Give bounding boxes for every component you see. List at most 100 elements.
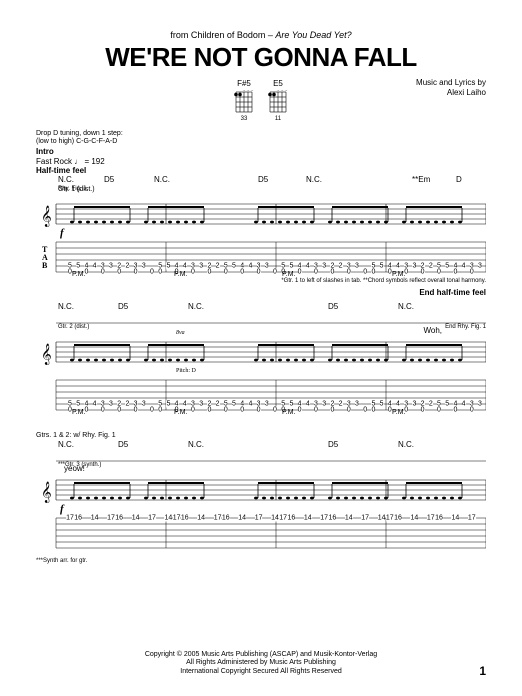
tab-number: 16 <box>394 515 402 522</box>
tab-number: 0 <box>470 269 474 276</box>
tab-number: 4 <box>248 401 252 408</box>
tab-number: 4 <box>93 263 97 270</box>
tab-number: 0 <box>298 407 302 414</box>
chord: D5 <box>328 440 398 449</box>
tab-number: 4 <box>396 263 400 270</box>
chord <box>362 175 412 184</box>
tab-number: 3 <box>478 263 482 270</box>
tab-number: 4 <box>462 401 466 408</box>
chord <box>208 175 258 184</box>
tab-number: 17 <box>173 515 181 522</box>
gtr-label: ***Gtr. 3 (synth.) <box>58 462 101 468</box>
octave-marking: 8va <box>176 330 185 336</box>
tab-number: 0 <box>347 269 351 276</box>
copyright-block: Copyright © 2005 Music Arts Publishing (… <box>0 651 522 676</box>
chord: N.C. <box>154 175 208 184</box>
tab-number: 0 <box>257 269 261 276</box>
pm-marking: P.M. <box>174 271 188 278</box>
tab-number: 0 <box>273 407 277 414</box>
tab-number: 4 <box>462 263 466 270</box>
synth-footnote: ***Synth arr. for gtr. <box>36 558 486 564</box>
tab-number: 0 <box>371 269 375 276</box>
pm-marking: P.M. <box>392 409 406 416</box>
tab-number: 14 <box>271 515 279 522</box>
tab-number: 17 <box>386 515 394 522</box>
tab-number: 14 <box>345 515 353 522</box>
chord: N.C. <box>58 175 104 184</box>
tab-number: 14 <box>238 515 246 522</box>
tab-number: 2 <box>216 263 220 270</box>
tab-number: 2 <box>429 263 433 270</box>
source-prefix: from Children of Bodom – <box>170 30 275 40</box>
copyright-line1: Copyright © 2005 Music Arts Publishing (… <box>0 651 522 659</box>
tab-number: 0 <box>363 269 367 276</box>
tab-number: 5 <box>380 401 384 408</box>
svg-text:𝄞: 𝄞 <box>41 482 52 503</box>
chord <box>262 440 328 449</box>
end-half-time-label: End half-time feel <box>419 288 486 297</box>
chord: N.C. <box>398 302 458 311</box>
tab-number: 16 <box>328 515 336 522</box>
staff-lines-icon: 𝄞 <box>36 470 486 510</box>
tab-number: 0 <box>421 269 425 276</box>
tab-number: 3 <box>142 401 146 408</box>
tab-number: 3 <box>355 401 359 408</box>
notation-staff: 𝄞 Rhy. Fig. 1 f <box>36 194 486 234</box>
chord-row: N.C. D5 N.C. D5 N.C. **Em D <box>36 175 486 184</box>
tab-number: 0 <box>158 269 162 276</box>
tab-number: 0 <box>453 407 457 414</box>
tab-number: 3 <box>322 263 326 270</box>
tab-number: 14 <box>91 515 99 522</box>
tab-number: 17 <box>320 515 328 522</box>
tab-number: 2 <box>125 401 129 408</box>
tab-number: 0 <box>257 407 261 414</box>
tab-number: 0 <box>117 407 121 414</box>
copyright-line2: All Rights Administered by Music Arts Pu… <box>0 659 522 667</box>
tab-number: 14 <box>378 515 386 522</box>
tab-number: 4 <box>183 263 187 270</box>
tab-number: 2 <box>429 401 433 408</box>
song-title: WE'RE NOT GONNA FALL <box>36 42 486 73</box>
tab-number: 5 <box>445 263 449 270</box>
tab-number: 3 <box>265 263 269 270</box>
tab-number: 0 <box>207 407 211 414</box>
tab-number: 3 <box>412 401 416 408</box>
svg-text:B: B <box>42 261 48 270</box>
rhy-instruction: Gtrs. 1 & 2: w/ Rhy. Fig. 1 <box>36 432 486 439</box>
tab-number: 5 <box>289 401 293 408</box>
end-rhy-fig: End Rhy. Fig. 1 <box>445 324 486 330</box>
tuning-line1: Drop D tuning, down 1 step: <box>36 130 486 138</box>
rhy-fig-label: Gtr. 1 (dist.) <box>36 186 486 193</box>
copyright-line3: International Copyright Secured All Righ… <box>0 668 522 676</box>
tab-number: 0 <box>298 269 302 276</box>
tab-number: 0 <box>150 269 154 276</box>
tab-number: 3 <box>199 263 203 270</box>
tab-number: 17 <box>468 515 476 522</box>
tab-number: 0 <box>224 269 228 276</box>
tab-number: 3 <box>199 401 203 408</box>
tab-number: 14 <box>410 515 418 522</box>
chord-grid-icon: xxx <box>268 90 288 114</box>
tab-number: 3 <box>109 263 113 270</box>
tab-number: 2 <box>216 401 220 408</box>
tab-number: 4 <box>306 401 310 408</box>
svg-text:𝄞: 𝄞 <box>41 206 52 227</box>
tab-number: 17 <box>107 515 115 522</box>
tab-number: 5 <box>289 263 293 270</box>
tab-number: 0 <box>314 269 318 276</box>
tab-number: 0 <box>117 269 121 276</box>
tab-number: 2 <box>125 263 129 270</box>
chord-row: N.C. D5 N.C. D5 N.C. <box>36 302 486 311</box>
tab-number: 0 <box>330 269 334 276</box>
chord: D5 <box>118 440 188 449</box>
chord <box>262 302 328 311</box>
tab-number: 0 <box>207 269 211 276</box>
tab-number: 17 <box>66 515 74 522</box>
pm-marking: P.M. <box>282 271 296 278</box>
tab-number: 5 <box>232 263 236 270</box>
chord: N.C. <box>58 440 118 449</box>
tab-number: 0 <box>191 269 195 276</box>
tab-number: 2 <box>339 263 343 270</box>
tuning-line2: (low to high) C-G-C-F-A-D <box>36 138 486 146</box>
tab-number: 4 <box>306 263 310 270</box>
